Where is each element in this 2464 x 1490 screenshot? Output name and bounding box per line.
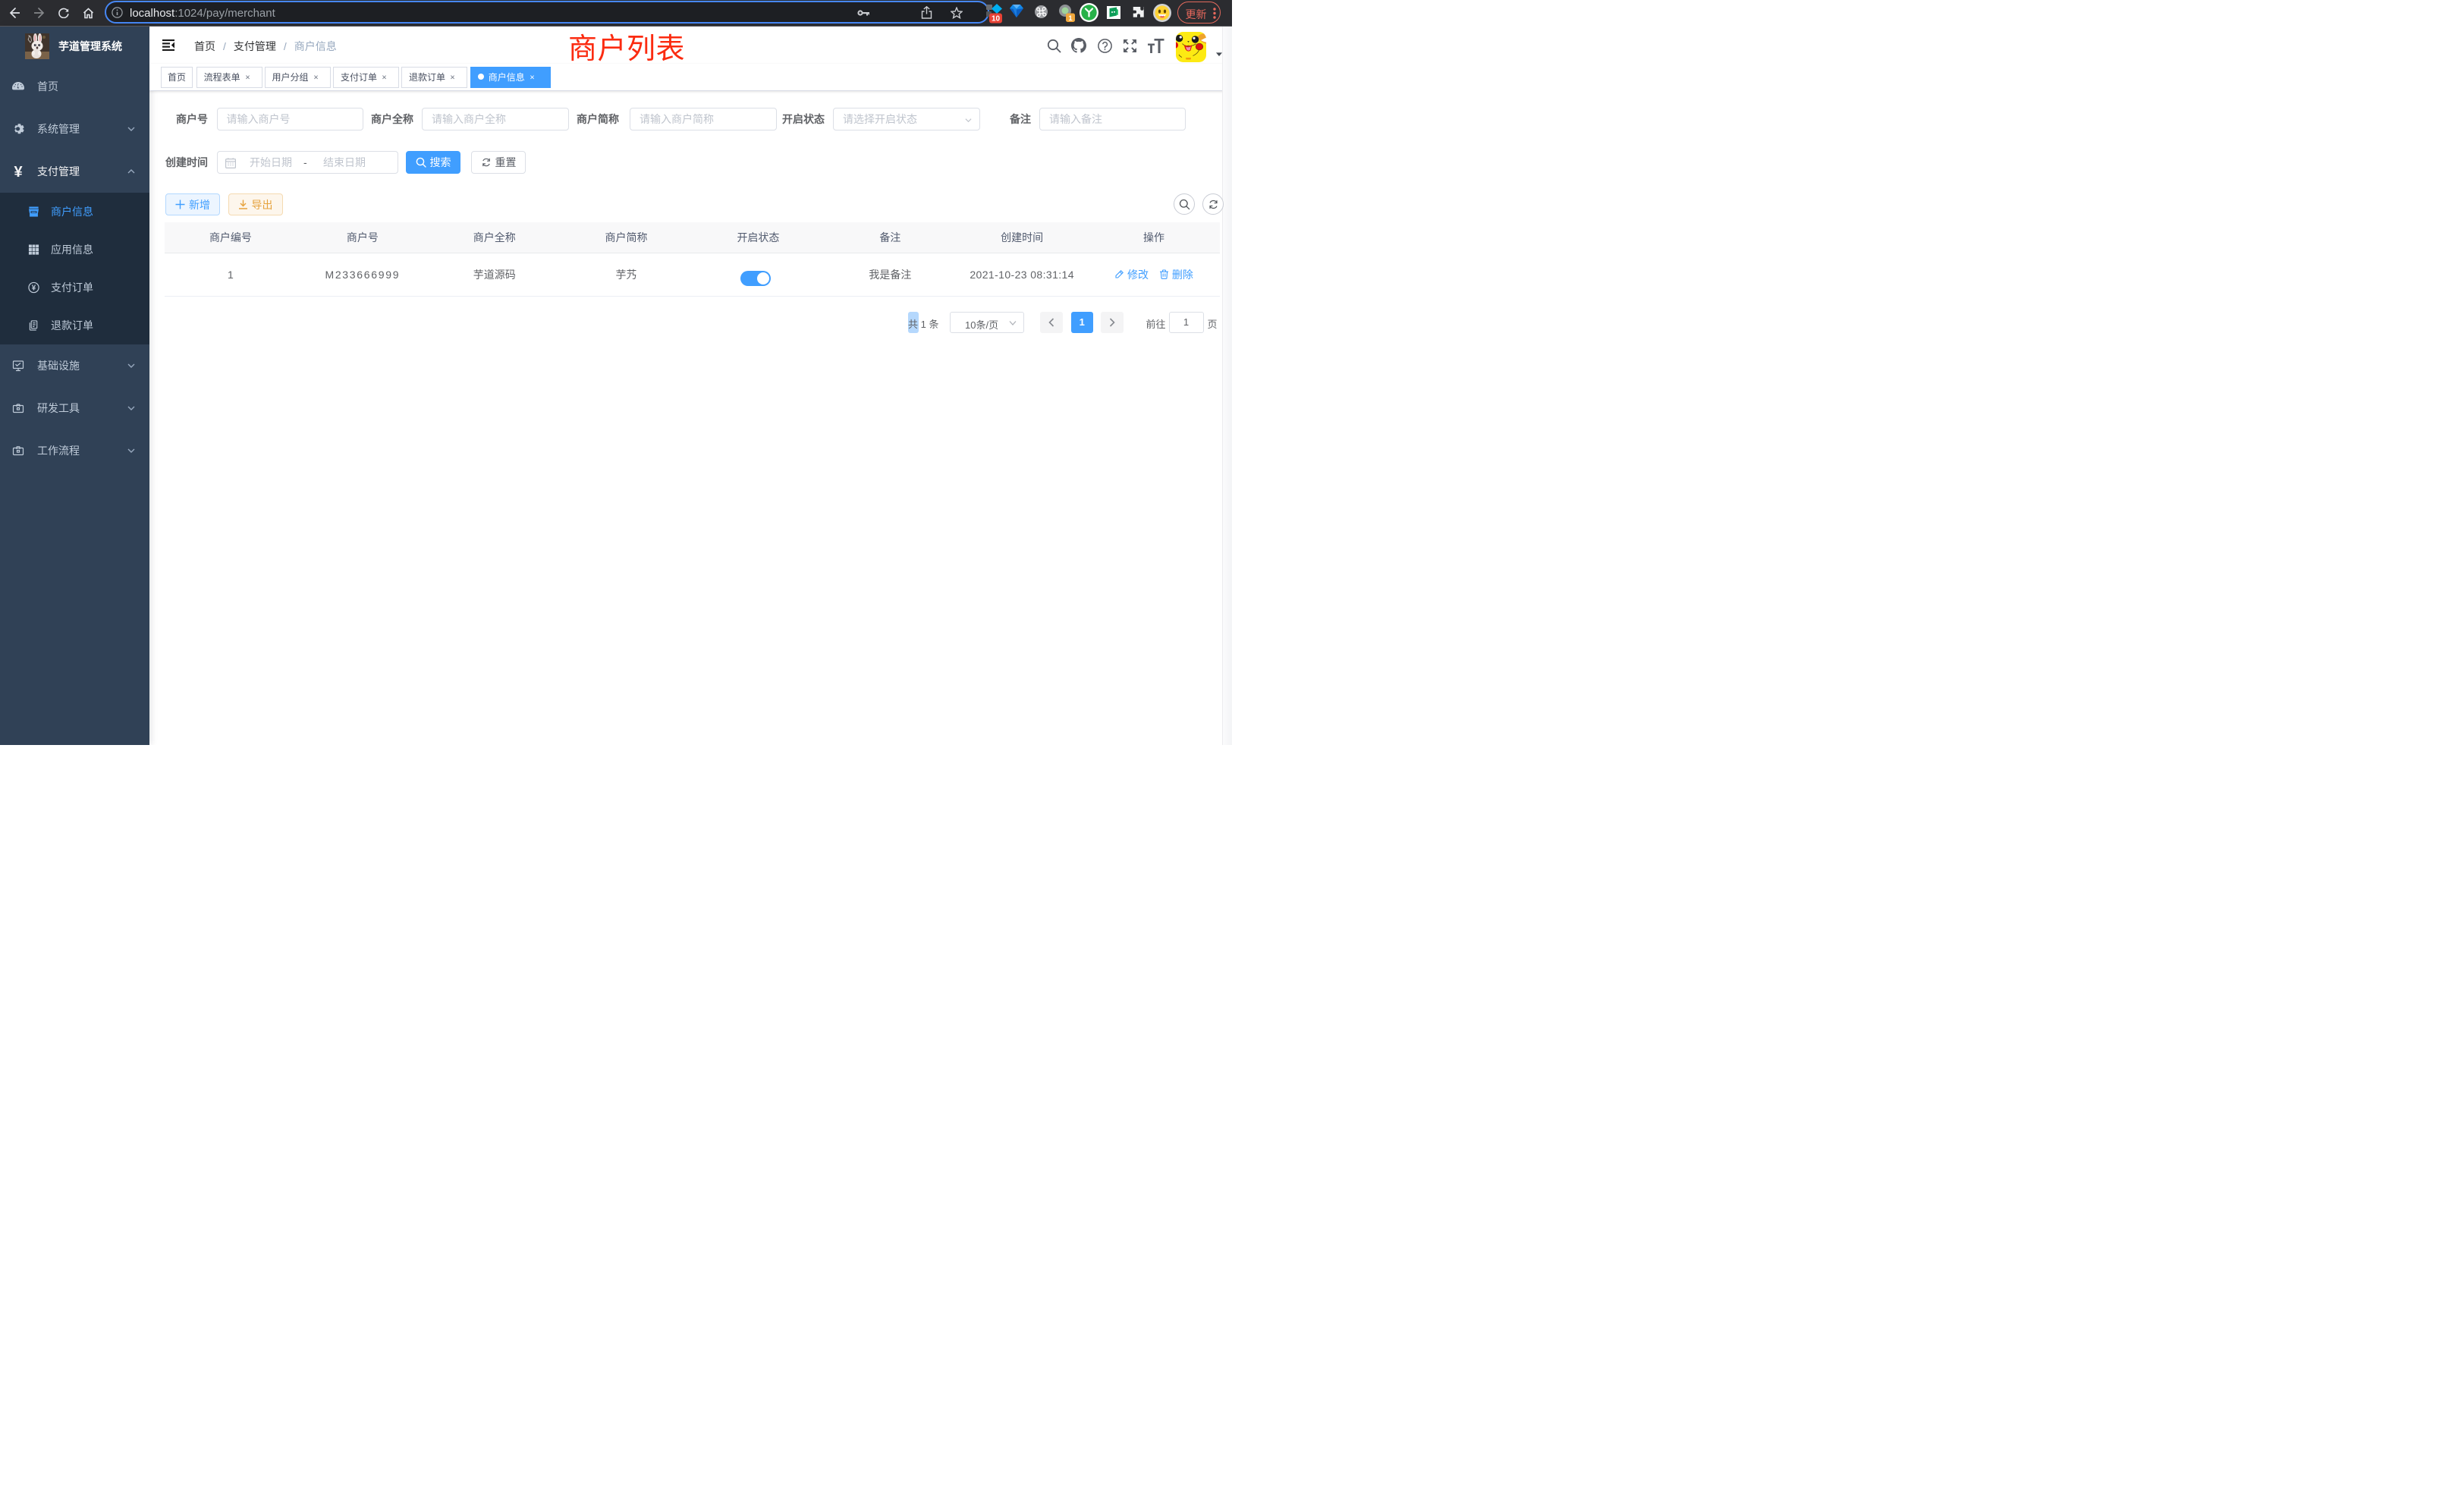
svg-text:¥: ¥ [32,284,36,293]
svg-text:1: 1 [1068,14,1073,22]
svg-text:¥: ¥ [14,164,23,179]
svg-text:10: 10 [992,15,1001,24]
